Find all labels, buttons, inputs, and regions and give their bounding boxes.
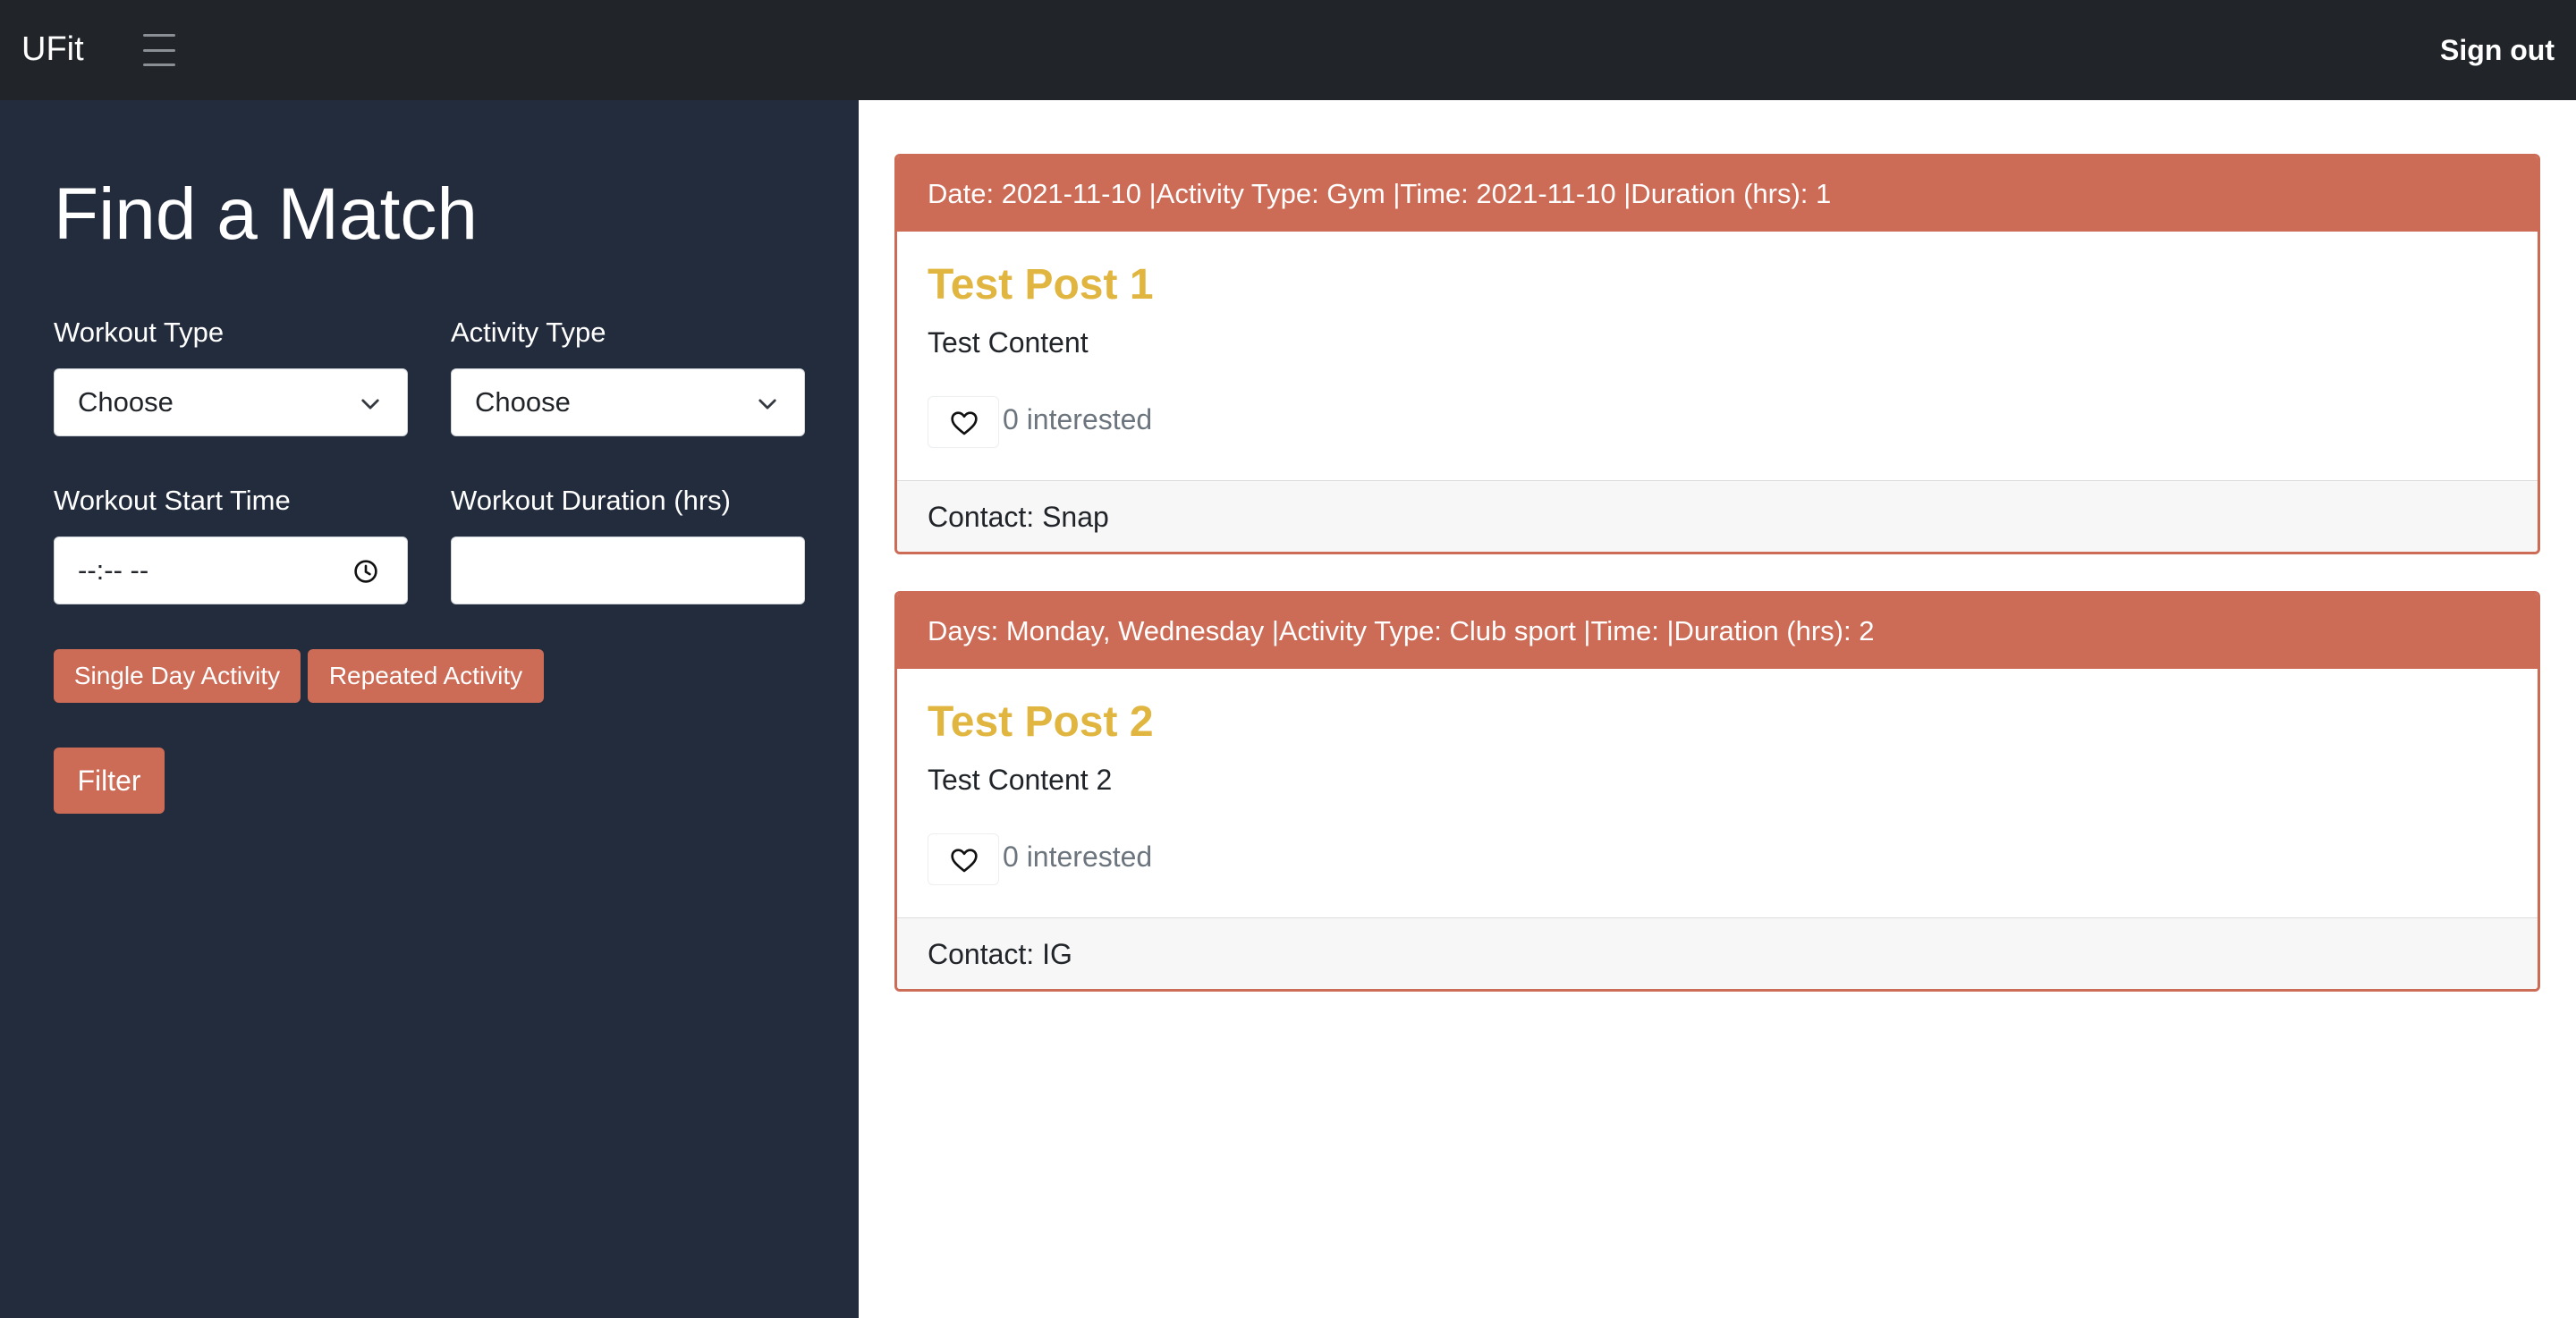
brand-logo[interactable]: UFit: [21, 27, 84, 72]
heart-icon: [951, 849, 978, 873]
interest-count: 0 interested: [1003, 841, 1153, 873]
post-card-header: Days: Monday, Wednesday |Activity Type: …: [897, 594, 2538, 669]
start-time-input[interactable]: --:-- --: [54, 536, 408, 604]
heart-icon: [951, 411, 978, 435]
post-title: Test Post 1: [928, 261, 1154, 308]
top-navbar: UFit Sign out: [0, 0, 2576, 100]
interest-count: 0 interested: [1003, 403, 1153, 435]
post-card-body: Test Post 1 Test Content 0 interested: [897, 232, 2538, 480]
duration-input[interactable]: [451, 536, 805, 604]
filter-sidebar: Find a Match Workout Type Choose Activit…: [0, 100, 859, 1318]
start-time-value: --:-- --: [78, 554, 149, 586]
menu-toggle-button[interactable]: [140, 32, 179, 68]
chevron-down-icon: [758, 399, 776, 410]
post-card-body: Test Post 2 Test Content 2 0 interested: [897, 669, 2538, 917]
activity-type-value: Choose: [475, 386, 571, 418]
activity-type-select[interactable]: Choose: [451, 368, 805, 436]
workout-type-label: Workout Type: [54, 317, 225, 348]
page-title: Find a Match: [54, 173, 478, 255]
repeated-activity-button[interactable]: Repeated Activity: [308, 649, 544, 703]
post-card-header: Date: 2021-11-10 |Activity Type: Gym |Ti…: [897, 156, 2538, 232]
activity-type-label: Activity Type: [451, 317, 606, 348]
duration-label: Workout Duration (hrs): [451, 485, 731, 516]
post-content: Test Content: [928, 326, 1089, 359]
workout-type-select[interactable]: Choose: [54, 368, 408, 436]
sign-out-link[interactable]: Sign out: [2440, 32, 2555, 68]
single-day-activity-button[interactable]: Single Day Activity: [54, 649, 301, 703]
filter-button[interactable]: Filter: [54, 748, 165, 814]
like-button[interactable]: [928, 833, 999, 885]
post-contact: Contact: IG: [897, 917, 2538, 989]
hamburger-icon: [143, 34, 175, 37]
post-contact: Contact: Snap: [897, 480, 2538, 552]
chevron-down-icon: [361, 399, 379, 410]
like-button[interactable]: [928, 396, 999, 448]
post-card: Date: 2021-11-10 |Activity Type: Gym |Ti…: [894, 154, 2540, 554]
start-time-label: Workout Start Time: [54, 485, 291, 516]
clock-icon[interactable]: [353, 559, 378, 584]
workout-type-value: Choose: [78, 386, 174, 418]
post-card: Days: Monday, Wednesday |Activity Type: …: [894, 591, 2540, 992]
post-content: Test Content 2: [928, 764, 1113, 796]
post-title: Test Post 2: [928, 698, 1154, 746]
